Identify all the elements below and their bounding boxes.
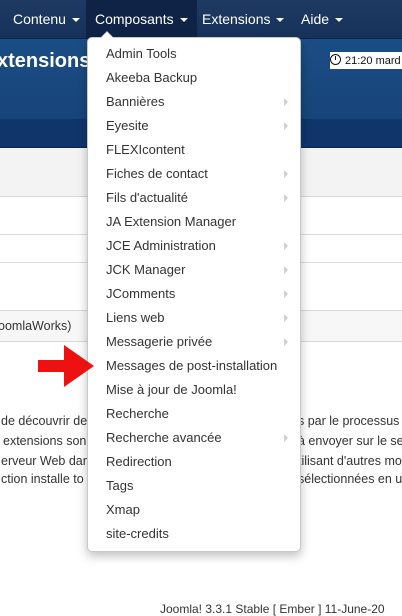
menu-item-jck-manager[interactable]: JCK Manager <box>88 258 300 282</box>
clock-icon <box>330 54 341 65</box>
menu-item-label: Fiches de contact <box>106 166 208 181</box>
body-text-line: erveur Web dan <box>1 454 90 468</box>
body-text-line: ction installe to <box>1 472 84 486</box>
body-text-line: sélectionnées en u <box>298 472 402 486</box>
menu-item-label: JCE Administration <box>106 238 216 253</box>
menu-item-admin-tools[interactable]: Admin Tools <box>88 42 300 66</box>
menu-item-label: Messagerie privée <box>106 334 213 349</box>
menu-item-label: Xmap <box>106 502 140 517</box>
menu-item-label: site-credits <box>106 526 169 541</box>
menu-item-xmap[interactable]: Xmap <box>88 498 300 522</box>
menu-item-label: Eyesite <box>106 118 149 133</box>
nav-extensions-label: Extensions <box>202 11 271 27</box>
menu-item-label: FLEXIcontent <box>106 142 185 157</box>
caret-down-icon <box>276 18 285 23</box>
menu-item-label: Liens web <box>106 310 165 325</box>
submenu-arrow-icon <box>284 290 288 298</box>
submenu-arrow-icon <box>284 170 288 178</box>
menu-item-recherche-avancee[interactable]: Recherche avancée <box>88 426 300 450</box>
nav-extensions[interactable]: Extensions <box>202 0 285 38</box>
submenu-arrow-icon <box>284 194 288 202</box>
clock-time: 21:20 mard <box>345 55 401 67</box>
submenu-arrow-icon <box>284 314 288 322</box>
nav-aide[interactable]: Aide <box>301 0 344 38</box>
nav-contenu[interactable]: Contenu <box>13 0 80 38</box>
menu-item-eyesite[interactable]: Eyesite <box>88 114 300 138</box>
caret-down-icon <box>335 18 344 23</box>
submenu-arrow-icon <box>284 434 288 442</box>
menu-item-ja-extension-manager[interactable]: JA Extension Manager <box>88 210 300 234</box>
menu-item-bannieres[interactable]: Bannières <box>88 90 300 114</box>
menu-item-akeeba-backup[interactable]: Akeeba Backup <box>88 66 300 90</box>
nav-composants-label: Composants <box>95 11 174 27</box>
menu-item-fils-dactualite[interactable]: Fils d'actualité <box>88 186 300 210</box>
menu-item-label: Recherche <box>106 406 169 421</box>
menu-item-redirection[interactable]: Redirection <box>88 450 300 474</box>
menu-item-label: JCK Manager <box>106 262 186 277</box>
caret-down-icon <box>71 18 80 23</box>
menu-item-label: Recherche avancée <box>106 430 222 445</box>
submenu-arrow-icon <box>284 266 288 274</box>
body-text-line: à envoyer sur le se <box>298 434 402 448</box>
nav-aide-label: Aide <box>301 11 330 27</box>
footer-version: Joomla! 3.3.1 Stable [ Ember ] 11-June-2… <box>160 602 385 616</box>
menu-item-site-credits[interactable]: site-credits <box>88 522 300 546</box>
menu-item-label: Admin Tools <box>106 46 177 61</box>
menu-item-flexicontent[interactable]: FLEXIcontent <box>88 138 300 162</box>
menu-item-label: JComments <box>106 286 176 301</box>
menu-item-messages-post-installation[interactable]: Messages de post-installation <box>88 354 300 378</box>
submenu-arrow-icon <box>284 98 288 106</box>
menu-item-recherche[interactable]: Recherche <box>88 402 300 426</box>
top-navbar: Contenu Composants Extensions Aide <box>0 0 402 39</box>
composants-dropdown-menu: Admin Tools Akeeba Backup Bannières Eyes… <box>87 31 301 552</box>
menu-item-label: Tags <box>106 478 134 493</box>
menu-item-label: JA Extension Manager <box>106 214 237 229</box>
menu-item-jce-administration[interactable]: JCE Administration <box>88 234 300 258</box>
menu-item-fiches-de-contact[interactable]: Fiches de contact <box>88 162 300 186</box>
menu-item-jcomments[interactable]: JComments <box>88 282 300 306</box>
menu-item-label: Mise à jour de Joomla! <box>106 382 237 397</box>
submenu-arrow-icon <box>284 242 288 250</box>
submenu-arrow-icon <box>284 338 288 346</box>
menu-item-label: Fils d'actualité <box>106 190 188 205</box>
menu-item-tags[interactable]: Tags <box>88 474 300 498</box>
body-text-line: extensions son <box>3 434 87 448</box>
caret-down-icon <box>179 18 188 23</box>
menu-item-label: Bannières <box>106 94 165 109</box>
menu-item-messagerie-privee[interactable]: Messagerie privée <box>88 330 300 354</box>
menu-item-label: Akeeba Backup <box>106 70 198 85</box>
menu-item-liens-web[interactable]: Liens web <box>88 306 300 330</box>
header-clock: 21:20 mard <box>330 52 402 69</box>
menu-item-label: Redirection <box>106 454 172 469</box>
nav-contenu-label: Contenu <box>13 11 66 27</box>
submenu-arrow-icon <box>284 122 288 130</box>
page-title: xtensions <box>0 50 91 72</box>
menu-item-label: Messages de post-installation <box>106 358 278 373</box>
menu-item-mise-a-jour-joomla[interactable]: Mise à jour de Joomla! <box>88 378 300 402</box>
body-text-line: tilisant d'autres mo <box>298 454 402 468</box>
body-text-line: s par le processus <box>298 414 400 428</box>
form-field-text: oomlaWorks) <box>0 319 72 333</box>
body-text-line: de découvrir de <box>1 414 88 428</box>
red-arrow-icon <box>38 345 94 387</box>
